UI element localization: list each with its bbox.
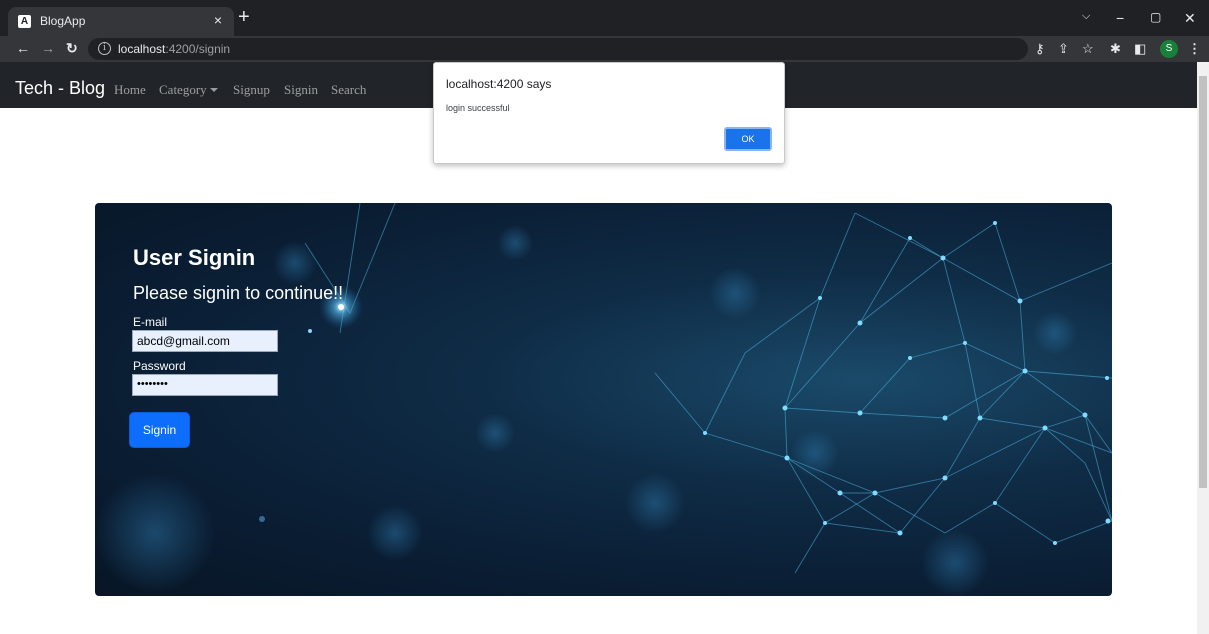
email-field[interactable]: abcd@gmail.com	[132, 330, 278, 352]
bookmark-star-icon[interactable]: ☆	[1082, 41, 1094, 57]
password-field[interactable]: ••••••••	[132, 374, 278, 396]
key-icon[interactable]: ⚷	[1035, 41, 1045, 57]
reload-icon[interactable]: ↻	[66, 40, 78, 57]
minimize-icon[interactable]: −	[1116, 10, 1124, 26]
signin-hero-panel: User Signin Please signin to continue!! …	[95, 203, 1112, 596]
side-panel-icon[interactable]: ◧	[1134, 41, 1146, 57]
nav-category-dropdown[interactable]: Category	[159, 82, 218, 98]
signin-subtitle: Please signin to continue!!	[133, 283, 344, 303]
tab-title: BlogApp	[40, 14, 86, 28]
browser-tab-strip: A BlogApp × + ⌵ − ▢ ✕	[0, 0, 1209, 36]
more-menu-icon[interactable]: ⋮	[1188, 41, 1201, 57]
new-tab-button[interactable]: +	[238, 7, 250, 27]
share-icon[interactable]: ⇪	[1058, 41, 1069, 57]
back-arrow-icon[interactable]: ←	[16, 40, 30, 56]
nav-category-label: Category	[159, 82, 207, 97]
dropdown-caret-icon	[209, 88, 218, 92]
site-info-icon[interactable]: i	[98, 42, 111, 55]
address-bar[interactable]: i localhost:4200/signin	[88, 38, 1028, 60]
nav-home[interactable]: Home	[114, 82, 146, 98]
dialog-title: localhost:4200 says	[446, 77, 552, 91]
signin-title: User Signin	[133, 245, 256, 270]
close-window-icon[interactable]: ✕	[1184, 10, 1196, 27]
extensions-puzzle-icon[interactable]: ✱	[1110, 41, 1121, 57]
browser-toolbar: ← → ↻ i localhost:4200/signin ⚷ ⇪ ☆ ✱ ◧ …	[0, 36, 1209, 62]
scrollbar-thumb[interactable]	[1199, 76, 1207, 488]
dialog-ok-button[interactable]: OK	[724, 127, 772, 151]
browser-tab[interactable]: A BlogApp ×	[8, 7, 234, 36]
url-text: localhost:4200/signin	[118, 42, 231, 56]
profile-avatar[interactable]: S	[1160, 40, 1178, 58]
navbar-brand[interactable]: Tech - Blog	[15, 78, 105, 99]
alert-dialog: localhost:4200 says login successful OK	[433, 62, 785, 164]
tab-close-icon[interactable]: ×	[214, 12, 222, 28]
nav-signin[interactable]: Signin	[284, 82, 318, 98]
nav-search[interactable]: Search	[331, 82, 366, 98]
password-label: Password	[133, 359, 186, 373]
email-label: E-mail	[133, 315, 168, 329]
signin-button[interactable]: Signin	[129, 412, 190, 448]
forward-arrow-icon[interactable]: →	[41, 40, 55, 56]
restore-icon[interactable]: ▢	[1150, 10, 1161, 24]
dialog-message: login successful	[446, 103, 510, 113]
page-scrollbar[interactable]	[1197, 62, 1209, 634]
nav-signup[interactable]: Signup	[233, 82, 270, 98]
tab-search-icon[interactable]: ⌵	[1082, 10, 1090, 23]
angular-favicon-icon: A	[18, 15, 31, 28]
